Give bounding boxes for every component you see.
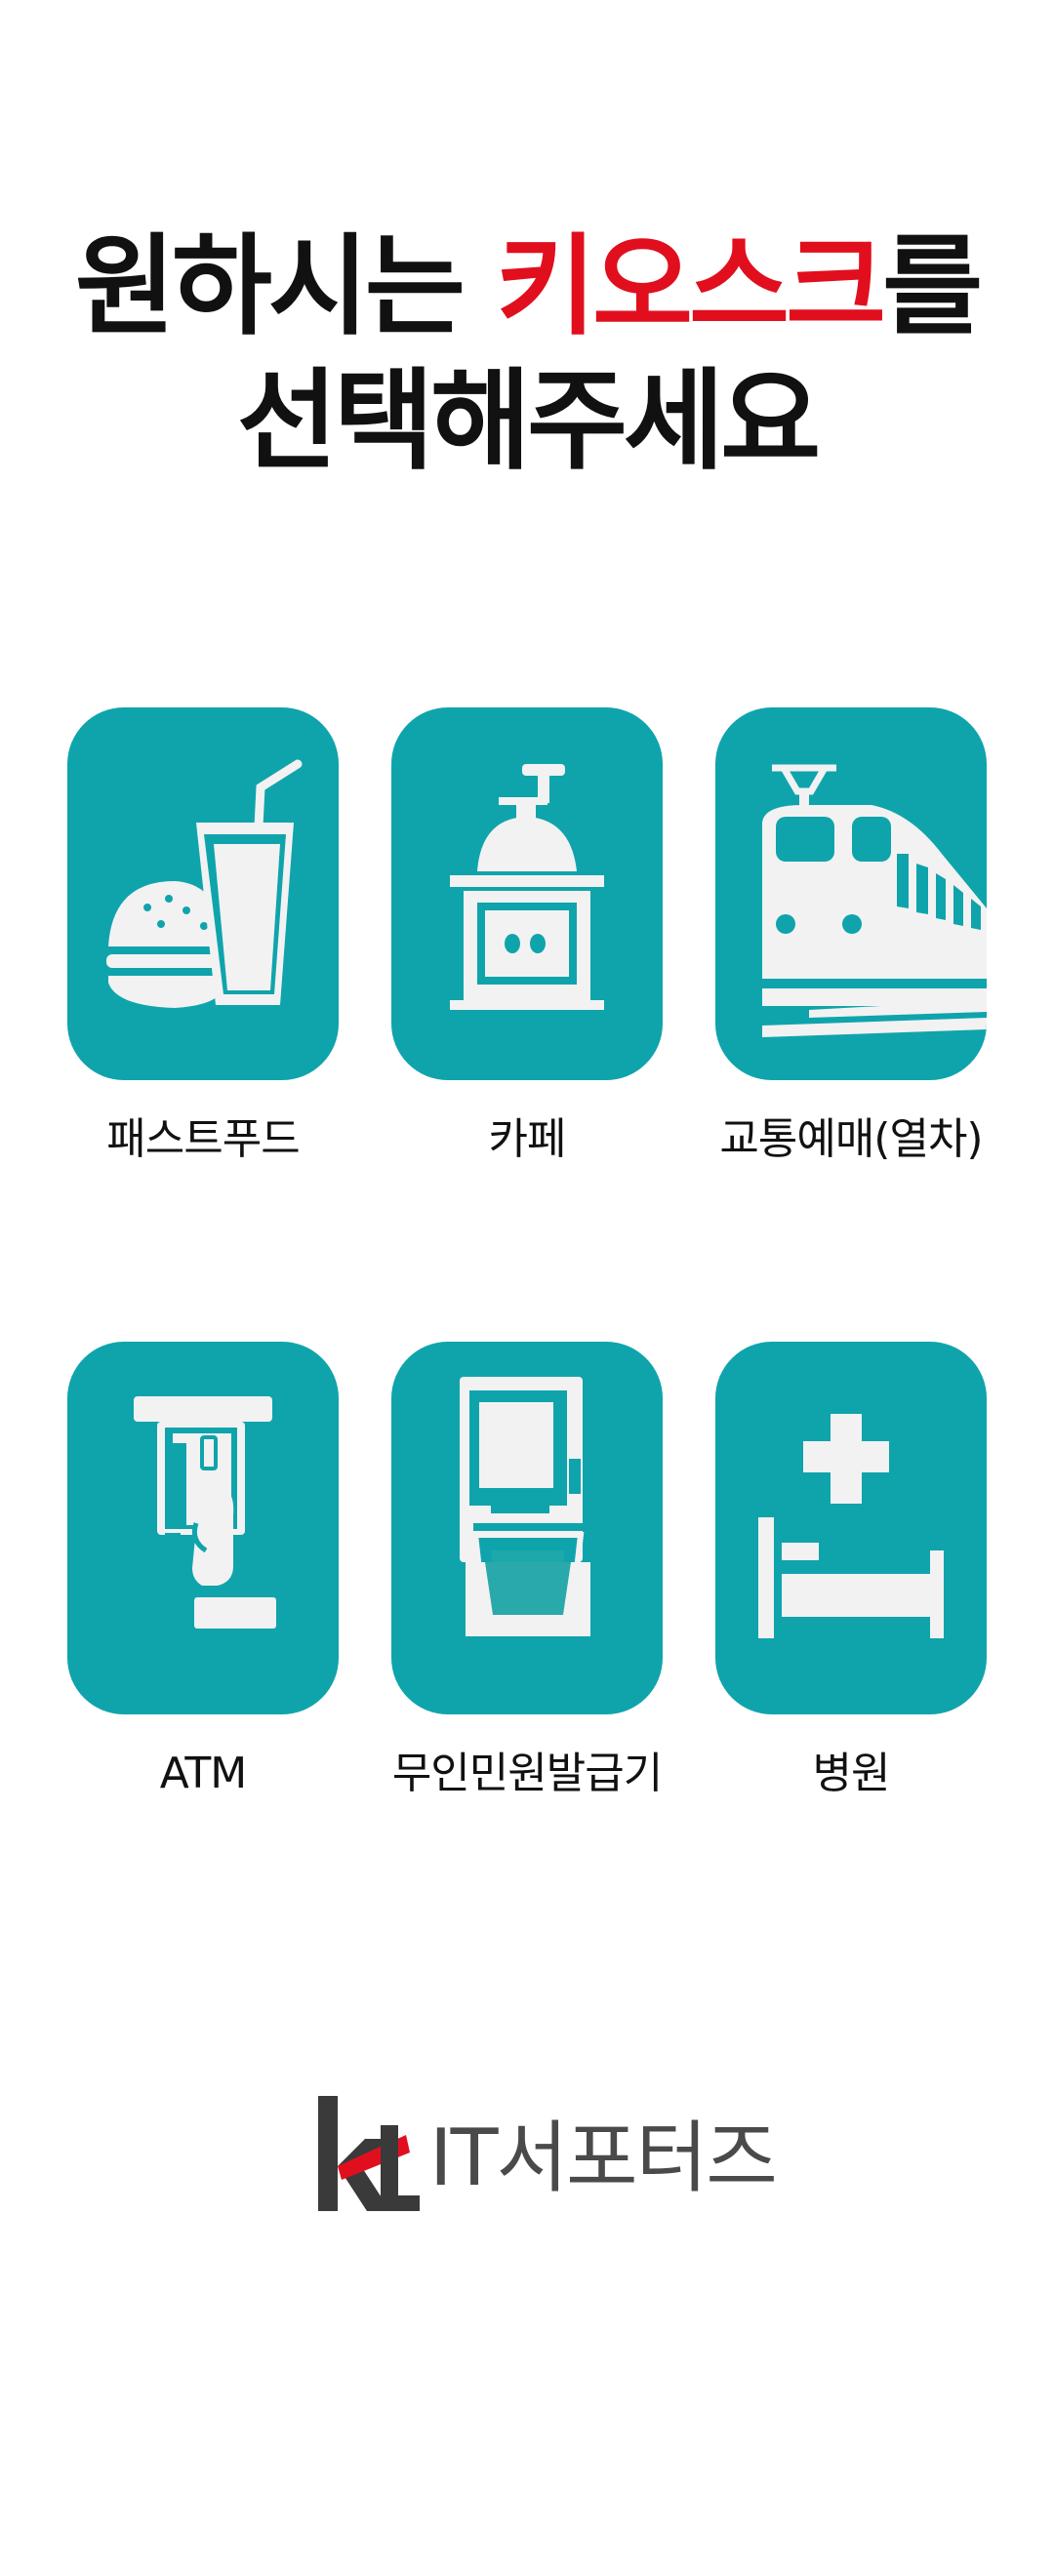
- title-line-2: 선택해주세요: [236, 358, 821, 485]
- kiosk-label-atm[interactable]: ATM: [27, 1747, 379, 1801]
- kiosk-label-train[interactable]: 교통예매(열차): [675, 1112, 1027, 1167]
- kiosk-tile-fastfood[interactable]: [67, 707, 339, 1080]
- train-icon: [762, 764, 987, 1037]
- hospital-bed-icon: [758, 1414, 944, 1638]
- kiosk-label-fastfood[interactable]: 패스트푸드: [27, 1112, 379, 1167]
- page-title: 원하시는 키오스크를 선택해주세요: [0, 220, 1054, 489]
- kiosk-label-civil[interactable]: 무인민원발급기: [351, 1747, 703, 1801]
- kt-it-supporters-logo: IT서포터즈: [312, 2096, 778, 2223]
- kiosk-label-hospital[interactable]: 병원: [675, 1747, 1027, 1801]
- kiosk-tile-civil[interactable]: [391, 1342, 663, 1714]
- kt-logo-mark: [318, 2096, 420, 2211]
- kiosk-tile-atm[interactable]: [67, 1342, 339, 1714]
- civil-kiosk-icon: [460, 1377, 590, 1636]
- coffee-grinder-icon: [450, 764, 604, 1010]
- atm-card-icon: [134, 1396, 276, 1629]
- burger-drink-icon: [106, 759, 303, 1008]
- kiosk-label-cafe[interactable]: 카페: [351, 1112, 703, 1167]
- title-accent: 키오스크: [495, 223, 886, 350]
- kiosk-tile-hospital[interactable]: [715, 1342, 987, 1714]
- kiosk-tile-train[interactable]: [715, 707, 987, 1080]
- kiosk-tile-cafe[interactable]: [391, 707, 663, 1080]
- logo-text: IT서포터즈: [429, 2113, 778, 2203]
- title-prefix: 원하시는: [74, 223, 496, 350]
- title-line-1: 원하시는 키오스크를: [0, 220, 1054, 354]
- title-suffix: 를: [882, 223, 983, 350]
